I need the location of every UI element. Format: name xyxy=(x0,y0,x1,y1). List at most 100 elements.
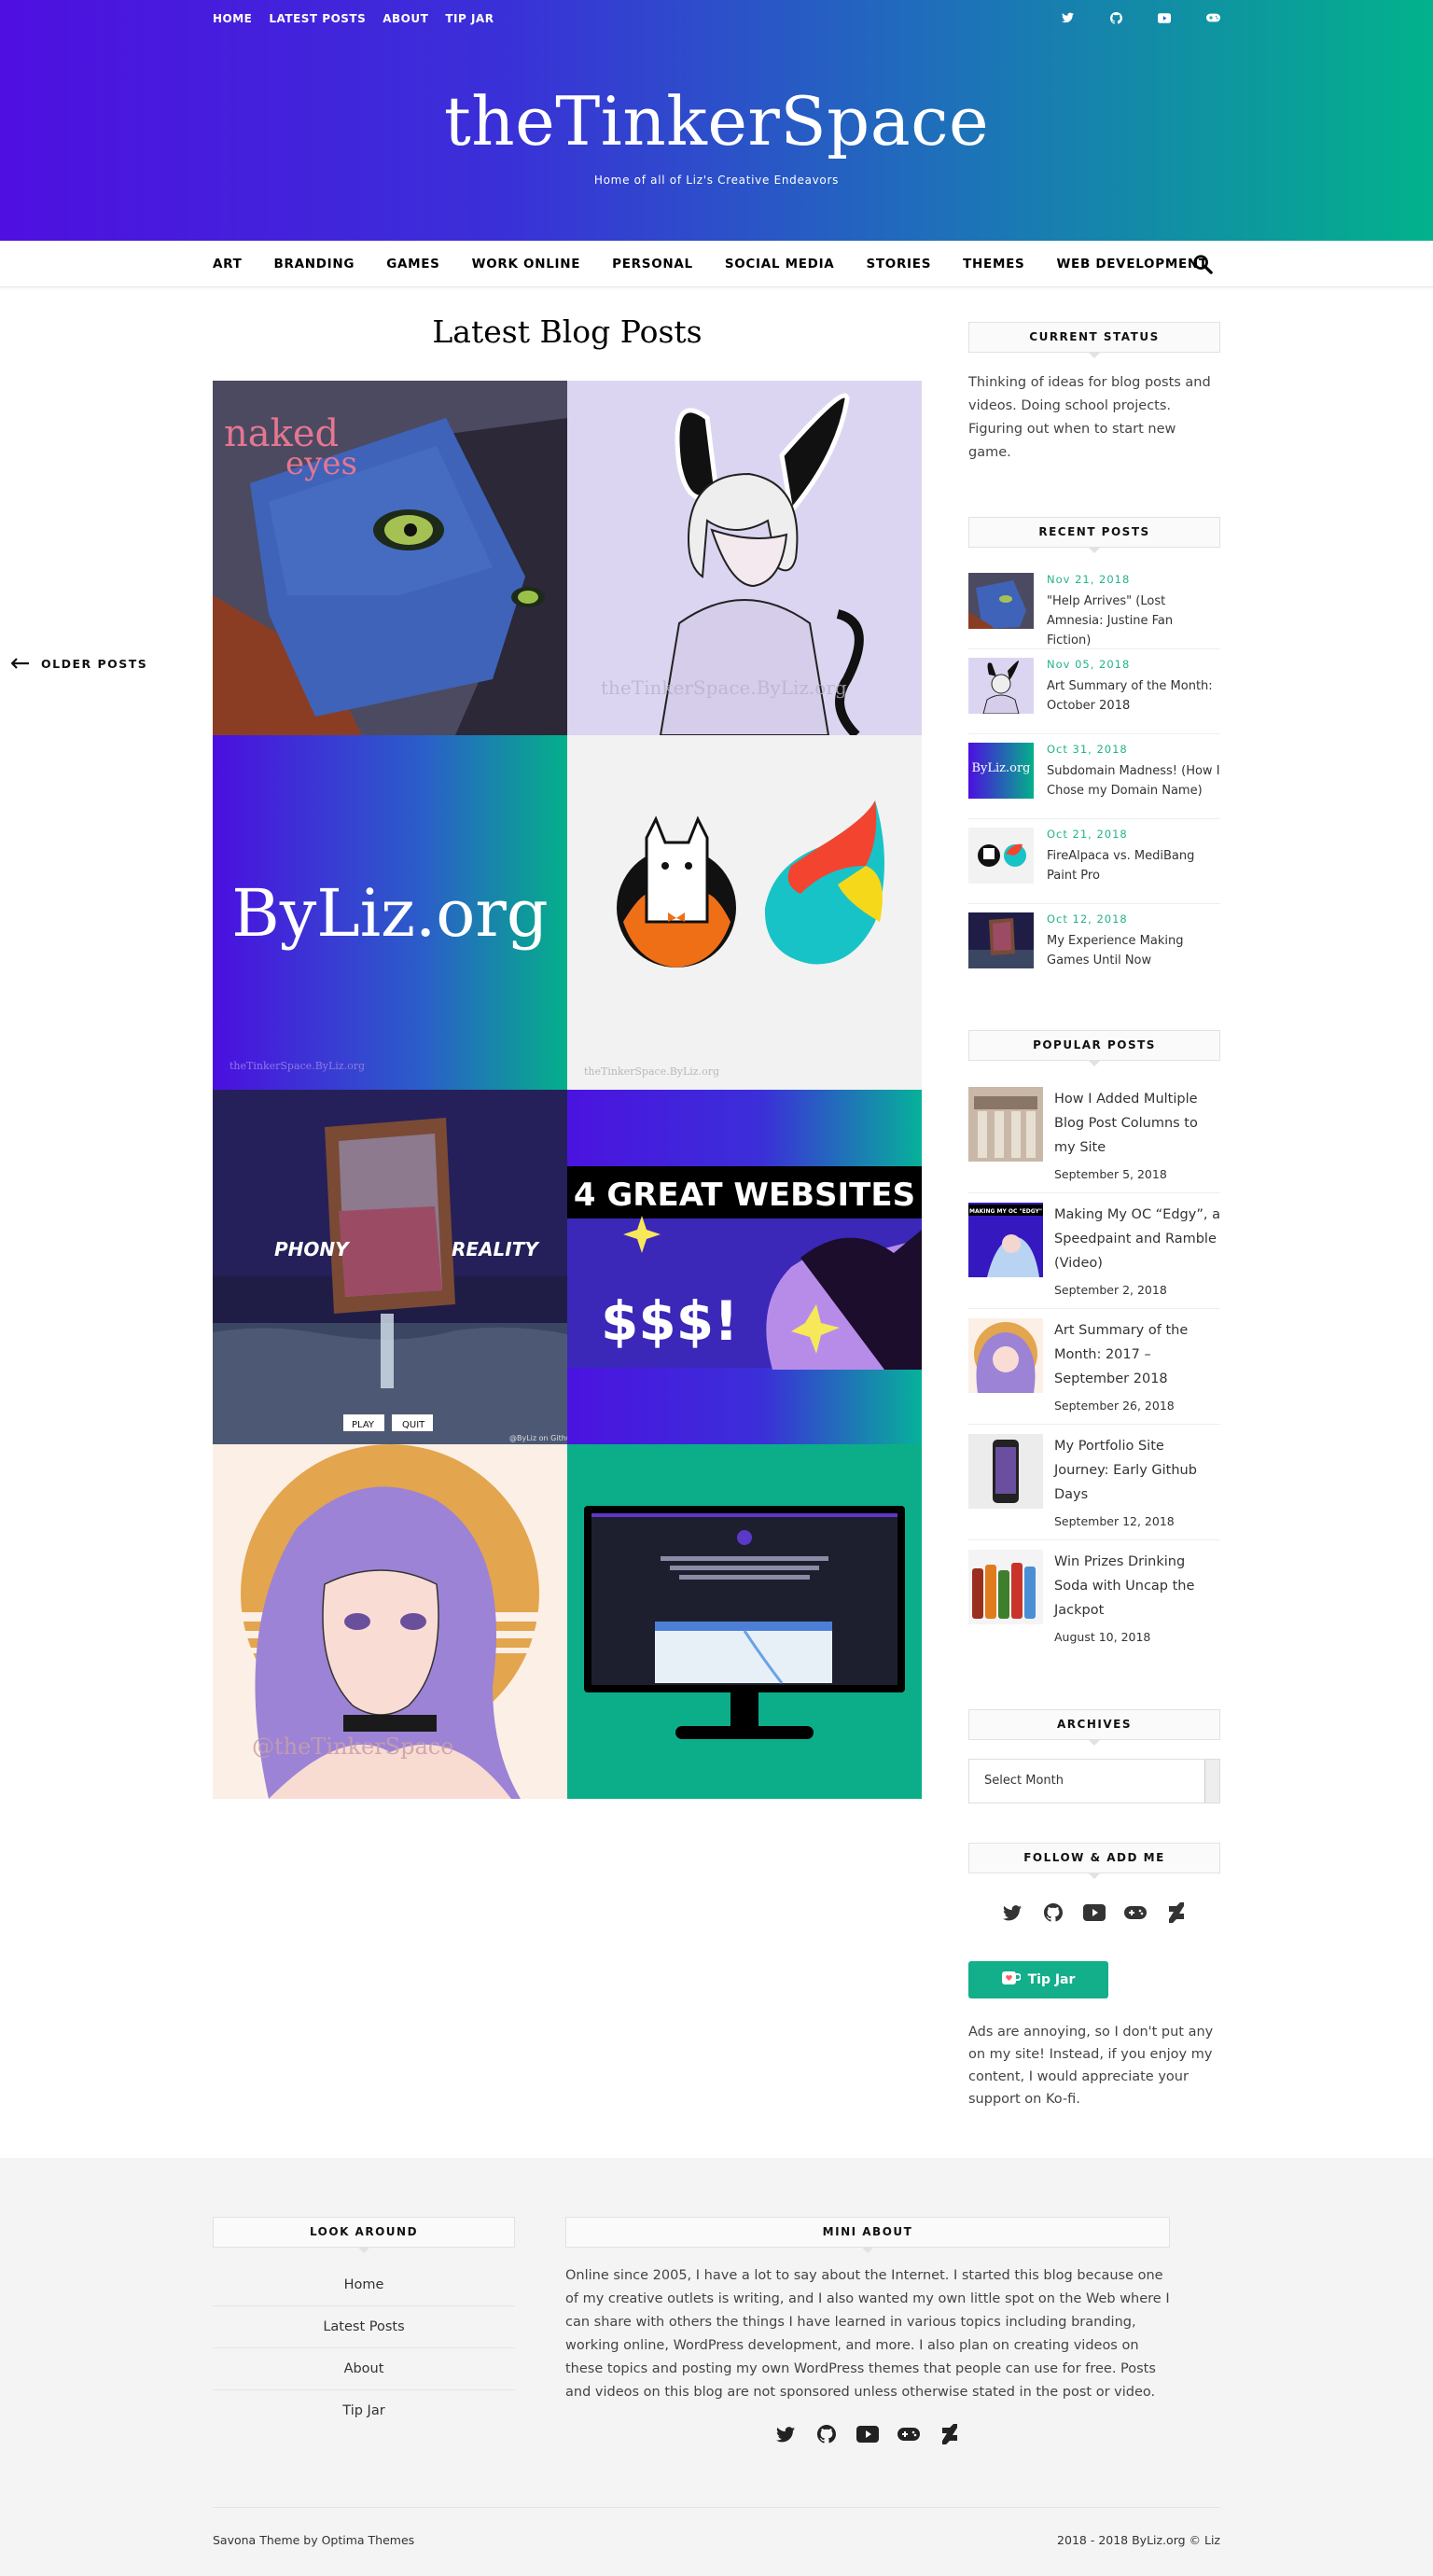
gamepad-icon[interactable] xyxy=(1205,10,1220,25)
recent-post-item[interactable]: Oct 21, 2018 FireAlpaca vs. MediBang Pai… xyxy=(968,819,1220,904)
tile-watermark: @theTinkerSpace xyxy=(252,1734,453,1760)
post-tile-art-summary-october[interactable]: theTinkerSpace.ByLiz.org xyxy=(567,381,922,735)
popular-post-date: September 5, 2018 xyxy=(1054,1167,1167,1181)
popular-post-title[interactable]: My Portfolio Site Journey: Early Github … xyxy=(1054,1434,1220,1507)
older-posts-link[interactable]: OLDER POSTS xyxy=(10,655,147,673)
tile-artwork xyxy=(584,1506,905,1739)
tile-money-text: $$$! xyxy=(601,1289,739,1353)
widget-title-mini-about: MINI ABOUT xyxy=(565,2217,1170,2253)
gamepad-icon[interactable] xyxy=(897,2423,920,2445)
recent-post-title[interactable]: FireAlpaca vs. MediBang Paint Pro xyxy=(1047,846,1220,885)
widget-title-archives: ARCHIVES xyxy=(968,1709,1220,1746)
top-social-links xyxy=(1060,10,1220,25)
top-nav-home[interactable]: HOME xyxy=(213,12,252,25)
recent-post-item[interactable]: ByLiz.org Oct 31, 2018 Subdomain Madness… xyxy=(968,734,1220,819)
footer-link-about[interactable]: About xyxy=(213,2348,515,2390)
popular-post-item[interactable]: MAKING MY OC "EDGY" Making My OC “Edgy”,… xyxy=(968,1193,1220,1309)
twitter-icon[interactable] xyxy=(1001,1901,1023,1924)
top-nav-about[interactable]: ABOUT xyxy=(383,12,428,25)
post-tile-great-websites[interactable]: 4 GREAT WEBSITES $$$! xyxy=(567,1090,922,1444)
recent-post-title[interactable]: "Help Arrives" (Lost Amnesia: Justine Fa… xyxy=(1047,592,1220,650)
deviantart-icon[interactable] xyxy=(939,2423,961,2445)
youtube-icon[interactable] xyxy=(1083,1901,1106,1924)
recent-thumb-byliz-text: ByLiz.org xyxy=(971,761,1031,775)
chevron-down-icon xyxy=(1204,1760,1219,1803)
post-tile-subdomain-madness[interactable]: ByLiz.org theTinkerSpace.ByLiz.org xyxy=(213,735,567,1090)
tile-play-text: PLAY xyxy=(352,1420,375,1430)
popular-post-date: September 26, 2018 xyxy=(1054,1399,1175,1413)
tile-banner-text: 4 GREAT WEBSITES xyxy=(574,1177,915,1214)
post-tile-art-summary-2017[interactable]: @theTinkerSpace xyxy=(213,1444,567,1799)
popular-post-thumb xyxy=(968,1087,1043,1162)
tip-note: Ads are annoying, so I don't put any on … xyxy=(968,2025,1214,2107)
twitter-icon[interactable] xyxy=(1060,10,1075,25)
post-tile-help-arrives[interactable]: naked eyes xyxy=(213,381,567,735)
recent-post-item[interactable]: Oct 12, 2018 My Experience Making Games … xyxy=(968,904,1220,989)
youtube-icon[interactable] xyxy=(856,2423,879,2445)
post-tile-multiple-columns[interactable] xyxy=(567,1444,922,1799)
popular-post-title[interactable]: How I Added Multiple Blog Post Columns t… xyxy=(1054,1087,1220,1160)
top-nav-latest-posts[interactable]: LATEST POSTS xyxy=(269,12,366,25)
github-icon[interactable] xyxy=(1108,10,1123,25)
footer-mini-about: MINI ABOUT Online since 2005, I have a l… xyxy=(565,2217,1170,2445)
recent-post-item[interactable]: Nov 05, 2018 Art Summary of the Month: O… xyxy=(968,649,1220,734)
nav-item-web-development[interactable]: WEB DEVELOPMENT xyxy=(1056,257,1207,272)
recent-post-date: Oct 31, 2018 xyxy=(1047,743,1128,756)
coffee-cup-icon xyxy=(1001,1971,1022,1988)
nav-item-stories[interactable]: STORIES xyxy=(866,257,931,272)
theme-credit[interactable]: Savona Theme by Optima Themes xyxy=(213,2533,414,2547)
recent-post-item[interactable]: Nov 21, 2018 "Help Arrives" (Lost Amnesi… xyxy=(968,564,1220,649)
recent-post-title[interactable]: Subdomain Madness! (How I Chose my Domai… xyxy=(1047,761,1220,801)
recent-post-title[interactable]: My Experience Making Games Until Now xyxy=(1047,931,1220,970)
top-nav-tip-jar[interactable]: TIP JAR xyxy=(445,12,494,25)
popular-post-title[interactable]: Art Summary of the Month: 2017 – Septemb… xyxy=(1054,1318,1220,1391)
nav-item-art[interactable]: ART xyxy=(213,257,243,272)
post-tile-making-games[interactable]: PHONY REALITY PLAY QUIT @ByLiz on Github xyxy=(213,1090,567,1444)
archives-select[interactable]: Select Month xyxy=(968,1759,1220,1803)
github-icon[interactable] xyxy=(815,2423,838,2445)
tile-artwork: @theTinkerSpace xyxy=(213,1444,567,1799)
tile-reality-text: REALITY xyxy=(452,1238,540,1260)
post-tile-firealpaca-vs-medibang[interactable]: theTinkerSpace.ByLiz.org xyxy=(567,735,922,1090)
search-icon[interactable] xyxy=(1192,254,1213,274)
popular-post-date: September 12, 2018 xyxy=(1054,1514,1175,1528)
widget-title-popular-posts: POPULAR POSTS xyxy=(968,1030,1220,1066)
deviantart-icon[interactable] xyxy=(1165,1901,1188,1924)
recent-post-thumb xyxy=(968,573,1034,629)
site-title[interactable]: theTinkerSpace xyxy=(0,82,1433,160)
tile-artwork: PHONY REALITY PLAY QUIT @ByLiz on Github xyxy=(213,1090,567,1444)
popular-post-title[interactable]: Making My OC “Edgy”, a Speedpaint and Ra… xyxy=(1054,1203,1220,1275)
popular-post-item[interactable]: Win Prizes Drinking Soda with Uncap the … xyxy=(968,1540,1220,1655)
tip-jar-label: Tip Jar xyxy=(1027,1972,1076,1987)
popular-post-title[interactable]: Win Prizes Drinking Soda with Uncap the … xyxy=(1054,1550,1220,1622)
recent-post-date: Nov 21, 2018 xyxy=(1047,573,1131,586)
nav-item-social-media[interactable]: SOCIAL MEDIA xyxy=(725,257,835,272)
youtube-icon[interactable] xyxy=(1157,10,1172,25)
tile-artwork: theTinkerSpace.ByLiz.org xyxy=(567,381,922,735)
follow-icons xyxy=(968,1901,1220,1924)
recent-post-title[interactable]: Art Summary of the Month: October 2018 xyxy=(1047,676,1220,716)
popular-post-date: August 10, 2018 xyxy=(1054,1630,1151,1644)
nav-item-branding[interactable]: BRANDING xyxy=(274,257,355,272)
nav-item-work-online[interactable]: WORK ONLINE xyxy=(472,257,581,272)
tip-jar-button[interactable]: Tip Jar xyxy=(968,1961,1108,1998)
tile-watermark: theTinkerSpace.ByLiz.org xyxy=(584,1065,719,1078)
nav-item-themes[interactable]: THEMES xyxy=(963,257,1024,272)
popular-post-item[interactable]: How I Added Multiple Blog Post Columns t… xyxy=(968,1078,1220,1193)
popular-post-item[interactable]: Art Summary of the Month: 2017 – Septemb… xyxy=(968,1309,1220,1425)
footer-link-home[interactable]: Home xyxy=(213,2264,515,2306)
tile-watermark: @ByLiz on Github xyxy=(509,1434,567,1442)
tile-quit-text: QUIT xyxy=(402,1420,425,1430)
footer-link-tip-jar[interactable]: Tip Jar xyxy=(213,2390,515,2432)
nav-item-games[interactable]: GAMES xyxy=(386,257,439,272)
popular-post-date: September 2, 2018 xyxy=(1054,1283,1167,1297)
popular-post-item[interactable]: My Portfolio Site Journey: Early Github … xyxy=(968,1425,1220,1540)
widget-title-look-around: LOOK AROUND xyxy=(213,2217,515,2253)
top-nav: HOME LATEST POSTS ABOUT TIP JAR xyxy=(213,12,494,25)
gamepad-icon[interactable] xyxy=(1124,1901,1147,1924)
twitter-icon[interactable] xyxy=(774,2423,797,2445)
nav-item-personal[interactable]: PERSONAL xyxy=(612,257,693,272)
footer-link-latest-posts[interactable]: Latest Posts xyxy=(213,2306,515,2348)
github-icon[interactable] xyxy=(1042,1901,1064,1924)
footer-divider xyxy=(213,2507,1220,2508)
